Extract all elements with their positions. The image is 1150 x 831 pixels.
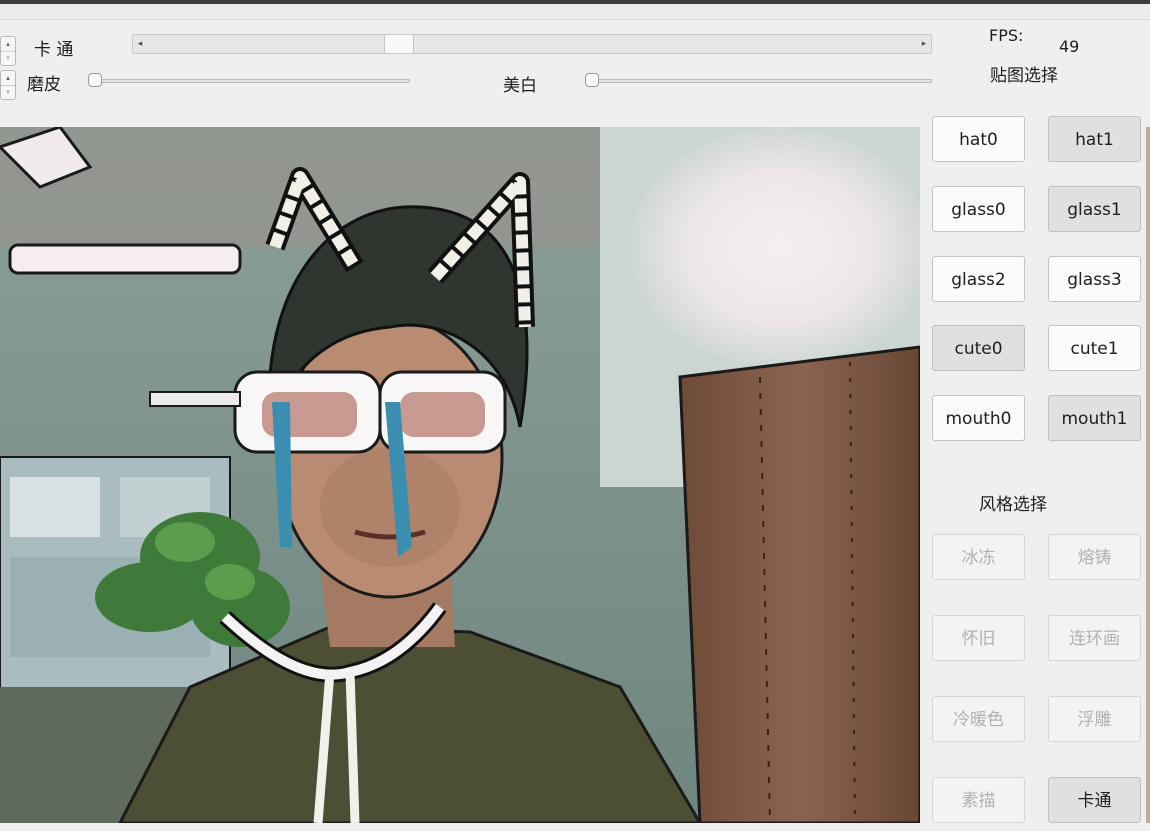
style-button-emboss[interactable]: 浮雕 xyxy=(1048,696,1141,742)
slider-handle[interactable] xyxy=(88,73,102,87)
sticker-button-glass3[interactable]: glass3 xyxy=(1048,256,1141,302)
sticker-button-hat0[interactable]: hat0 xyxy=(932,116,1025,162)
cartoon-label: 卡 通 xyxy=(34,40,74,60)
scroll-left-icon[interactable]: ◂ xyxy=(133,35,147,53)
buffing-label: 磨皮 xyxy=(27,75,61,95)
whitening-label: 美白 xyxy=(503,76,537,96)
style-button-nostalgia[interactable]: 怀旧 xyxy=(932,615,1025,661)
buffing-spinner[interactable]: ▴ ▾ xyxy=(0,70,16,100)
sticker-button-hat1[interactable]: hat1 xyxy=(1048,116,1141,162)
sticker-button-cute0[interactable]: cute0 xyxy=(932,325,1025,371)
spinner-down-icon[interactable]: ▾ xyxy=(1,51,15,65)
spinner-up-icon[interactable]: ▴ xyxy=(1,37,15,52)
style-button-casting[interactable]: 熔铸 xyxy=(1048,534,1141,580)
sticker-section-title: 贴图选择 xyxy=(990,66,1058,86)
whitening-slider[interactable] xyxy=(585,73,932,89)
camera-frame-image xyxy=(0,127,920,823)
cartoon-scrollbar[interactable]: ◂ ▸ xyxy=(132,34,932,54)
sticker-button-glass1[interactable]: glass1 xyxy=(1048,186,1141,232)
window-border xyxy=(1146,127,1150,823)
cartoon-spinner[interactable]: ▴ ▾ xyxy=(0,36,16,66)
slider-groove xyxy=(88,79,410,83)
window-title-bar xyxy=(0,0,1150,20)
style-button-sketch[interactable]: 素描 xyxy=(932,777,1025,823)
fps-value: 49 xyxy=(1059,37,1080,56)
buffing-slider[interactable] xyxy=(88,73,410,89)
camera-preview xyxy=(0,127,920,823)
style-button-warm-cool[interactable]: 冷暖色 xyxy=(932,696,1025,742)
style-button-comic[interactable]: 连环画 xyxy=(1048,615,1141,661)
spinner-up-icon[interactable]: ▴ xyxy=(1,71,15,86)
sticker-button-mouth1[interactable]: mouth1 xyxy=(1048,395,1141,441)
sticker-button-glass0[interactable]: glass0 xyxy=(932,186,1025,232)
sticker-button-mouth0[interactable]: mouth0 xyxy=(932,395,1025,441)
spinner-down-icon[interactable]: ▾ xyxy=(1,85,15,99)
style-button-cartoon[interactable]: 卡通 xyxy=(1048,777,1141,823)
sticker-button-cute1[interactable]: cute1 xyxy=(1048,325,1141,371)
scroll-right-icon[interactable]: ▸ xyxy=(917,35,931,53)
scrollbar-thumb[interactable] xyxy=(384,35,414,53)
style-section-title: 风格选择 xyxy=(979,495,1047,515)
slider-handle[interactable] xyxy=(585,73,599,87)
slider-groove xyxy=(585,79,932,83)
sticker-button-glass2[interactable]: glass2 xyxy=(932,256,1025,302)
fps-label: FPS: xyxy=(989,26,1024,45)
style-button-frozen[interactable]: 冰冻 xyxy=(932,534,1025,580)
